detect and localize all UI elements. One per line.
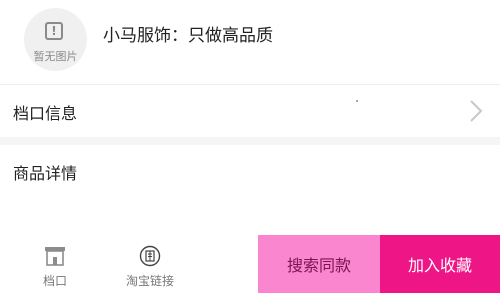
chevron-right-icon bbox=[470, 100, 483, 122]
bottom-action-bar: 档口 淘宝链接 搜索同款 加入收藏 bbox=[0, 235, 500, 293]
product-detail-label: 商品详情 bbox=[13, 164, 78, 183]
stall-info-row[interactable]: 档口信息 bbox=[0, 85, 500, 137]
section-separator bbox=[0, 137, 500, 145]
taobao-link-tab[interactable]: 淘宝链接 bbox=[115, 235, 185, 293]
product-detail-row[interactable]: 商品详情 bbox=[0, 145, 500, 195]
exclamation-box-icon: ! bbox=[45, 22, 63, 40]
taobao-link-label: 淘宝链接 bbox=[125, 274, 174, 288]
shop-avatar[interactable]: ! 暂无图片 bbox=[24, 8, 87, 71]
shop-header: ! 暂无图片 小马服饰：只做高品质 bbox=[0, 0, 500, 84]
storefront-icon bbox=[45, 247, 65, 266]
stall-tab[interactable]: 档口 bbox=[20, 235, 90, 293]
taobao-icon bbox=[139, 245, 161, 267]
stall-tab-label: 档口 bbox=[42, 274, 67, 288]
stall-info-label: 档口信息 bbox=[13, 104, 78, 123]
add-favorite-button[interactable]: 加入收藏 bbox=[380, 235, 500, 293]
shop-name: 小马服饰：只做高品质 bbox=[103, 26, 273, 46]
search-same-button[interactable]: 搜索同款 bbox=[258, 235, 380, 293]
no-image-label: 暂无图片 bbox=[33, 50, 78, 63]
dot-mark bbox=[356, 100, 358, 102]
